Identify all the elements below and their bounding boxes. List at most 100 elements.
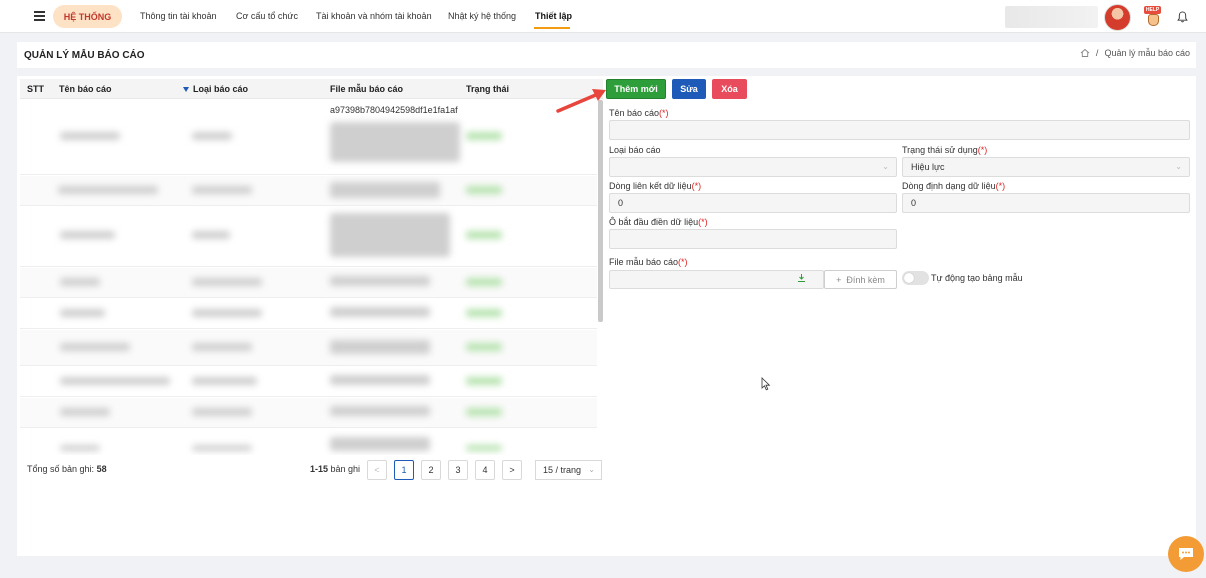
help-icon[interactable]: HELP — [1144, 6, 1164, 28]
report-name-input[interactable] — [609, 120, 1190, 140]
chat-button[interactable] — [1168, 536, 1204, 572]
home-icon[interactable] — [1080, 48, 1090, 58]
blurred-status — [466, 278, 502, 286]
bell-icon[interactable] — [1177, 11, 1188, 23]
download-icon[interactable] — [797, 273, 806, 283]
blurred-cell — [330, 375, 430, 385]
hamburger-menu-icon[interactable] — [34, 11, 45, 21]
total-records-label: Tổng số bản ghi: — [27, 464, 95, 474]
table-row[interactable] — [20, 429, 597, 455]
blurred-cell — [60, 445, 100, 451]
link-row-input[interactable]: 0 — [609, 193, 897, 213]
table-header: STT Tên báo cáo Loại báo cáo File mẫu bá… — [20, 79, 603, 99]
blurred-cell — [330, 122, 460, 162]
usage-status-value: Hiệu lực — [911, 162, 945, 172]
record-range-suffix: bản ghi — [330, 464, 361, 474]
column-header-template-file[interactable]: File mẫu báo cáo — [330, 84, 403, 94]
header-divider — [17, 68, 1196, 76]
record-range-value: 1-15 — [310, 464, 329, 474]
mouse-cursor-icon — [761, 377, 771, 391]
help-badge: HELP — [1144, 6, 1161, 14]
blurred-cell — [330, 340, 430, 354]
table-row[interactable] — [20, 176, 597, 206]
page-button-2[interactable]: 2 — [421, 460, 441, 480]
system-menu-pill[interactable]: HỆ THỐNG — [53, 5, 122, 28]
blurred-cell — [60, 132, 120, 140]
nav-item-org-structure[interactable]: Cơ cấu tổ chức — [236, 11, 298, 21]
usage-status-select[interactable]: Hiệu lực ⌄ — [902, 157, 1190, 177]
red-arrow-annotation — [556, 89, 606, 113]
attach-label: Đính kèm — [846, 274, 885, 285]
report-type-select[interactable]: ⌄ — [609, 157, 897, 177]
record-range: 1-15 bản ghi — [310, 464, 360, 474]
total-records: Tổng số bản ghi: 58 — [27, 464, 107, 474]
nav-item-system-log[interactable]: Nhật ký hệ thống — [448, 11, 516, 21]
blurred-cell — [192, 445, 252, 451]
blurred-cell — [330, 307, 430, 317]
table-scrollbar[interactable] — [598, 100, 603, 322]
user-name-box — [1005, 6, 1098, 28]
page-size-select[interactable]: 15 / trang ⌄ — [535, 460, 602, 480]
page-title: QUẢN LÝ MẪU BÁO CÁO — [24, 50, 145, 61]
prev-page-button[interactable]: < — [367, 460, 387, 480]
total-records-value: 58 — [96, 464, 107, 474]
blurred-cell — [60, 309, 105, 317]
table-row[interactable] — [20, 299, 597, 329]
attach-button[interactable]: + Đính kèm — [824, 270, 897, 289]
blurred-status — [466, 132, 502, 140]
table-row[interactable] — [20, 398, 597, 428]
report-name-label: Tên báo cáo(*) — [609, 108, 669, 118]
start-cell-input[interactable] — [609, 229, 897, 249]
auto-create-toggle[interactable] — [902, 271, 929, 285]
nav-item-settings[interactable]: Thiết lập — [535, 11, 572, 21]
chevron-down-icon: ⌄ — [1175, 162, 1182, 171]
chevron-down-icon: ⌄ — [588, 465, 595, 474]
table-row[interactable] — [20, 268, 597, 298]
column-header-stt: STT — [27, 84, 44, 94]
blurred-status — [466, 309, 502, 317]
format-row-label: Dòng định dạng dữ liệu(*) — [902, 181, 1006, 191]
blurred-cell — [330, 182, 440, 198]
template-file-input[interactable] — [609, 270, 824, 289]
blurred-cell — [60, 343, 130, 351]
usage-status-label: Trạng thái sử dụng(*) — [902, 145, 988, 155]
next-page-button[interactable]: > — [502, 460, 522, 480]
start-cell-label: Ô bắt đầu điền dữ liệu(*) — [609, 217, 708, 227]
nav-item-accounts-groups[interactable]: Tài khoản và nhóm tài khoản — [316, 11, 432, 21]
page-size-value: 15 / trang — [543, 465, 582, 475]
page-button-4[interactable]: 4 — [475, 460, 495, 480]
format-row-input[interactable]: 0 — [902, 193, 1190, 213]
chevron-down-icon: ⌄ — [882, 162, 889, 171]
avatar[interactable] — [1104, 4, 1131, 31]
column-header-status[interactable]: Trạng thái — [466, 84, 509, 94]
edit-button[interactable]: Sửa — [672, 79, 706, 99]
blurred-status — [466, 408, 502, 416]
table-row[interactable] — [20, 367, 597, 397]
active-nav-indicator — [534, 27, 570, 29]
column-header-report-type-label: Loại báo cáo — [193, 84, 249, 94]
blurred-cell — [330, 406, 430, 416]
nav-item-account-info[interactable]: Thông tin tài khoản — [140, 11, 217, 21]
blurred-cell — [192, 309, 262, 317]
page-button-3[interactable]: 3 — [448, 460, 468, 480]
table-row[interactable] — [20, 100, 597, 175]
blurred-cell — [192, 186, 252, 194]
page-button-1[interactable]: 1 — [394, 460, 414, 480]
blurred-status — [466, 186, 502, 194]
delete-button[interactable]: Xóa — [712, 79, 747, 99]
blurred-status — [466, 343, 502, 351]
column-header-report-type[interactable]: Loại báo cáo — [183, 84, 248, 94]
blurred-cell — [60, 408, 110, 416]
blurred-status — [466, 231, 502, 239]
blurred-cell — [192, 408, 252, 416]
table-row[interactable] — [20, 207, 597, 267]
plus-icon: + — [836, 274, 842, 285]
filter-icon[interactable] — [183, 87, 189, 93]
column-header-report-name[interactable]: Tên báo cáo — [59, 84, 112, 94]
add-new-button[interactable]: Thêm mới — [606, 79, 666, 99]
chat-bubble-icon — [1179, 548, 1193, 560]
breadcrumb: / Quản lý mẫu báo cáo — [1080, 48, 1190, 58]
table-row[interactable] — [20, 330, 597, 366]
blurred-cell — [60, 231, 115, 239]
blurred-cell — [330, 276, 430, 286]
